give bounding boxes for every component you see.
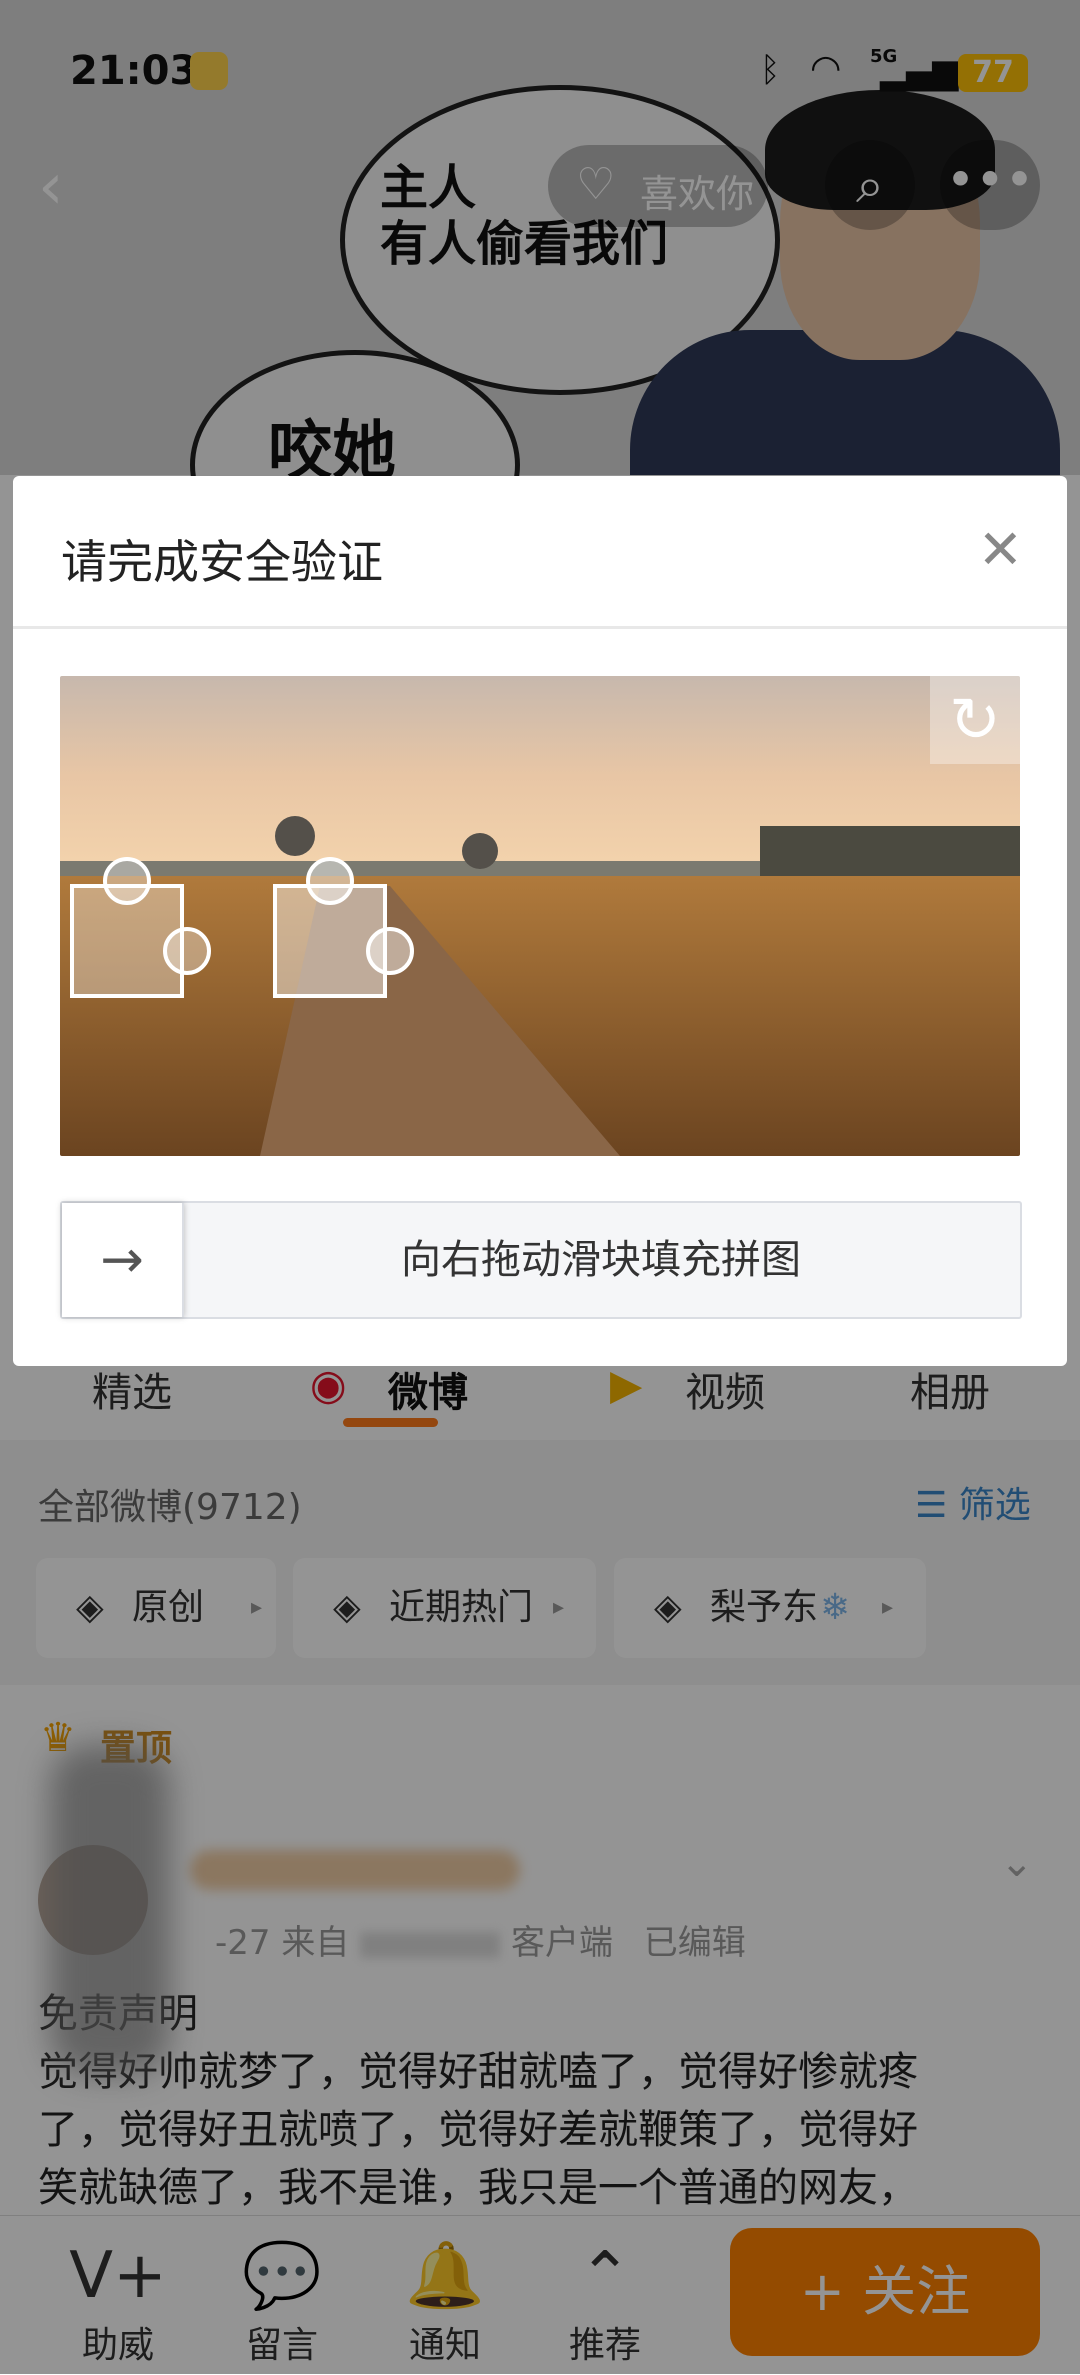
captcha-image: ↻ [60,676,1020,1156]
dialog-title: 请完成安全验证 [61,535,383,589]
captcha-slider: 向右拖动滑块填充拼图 → [60,1201,1022,1319]
arrow-right-icon: → [100,1230,144,1290]
dialog-divider [13,626,1067,629]
refresh-icon[interactable]: ↻ [930,676,1020,764]
close-icon[interactable]: ✕ [978,518,1023,581]
slider-hint: 向右拖动滑块填充拼图 [401,1237,801,1283]
security-verification-dialog: 请完成安全验证 ✕ ↻ 向右拖动滑块填充拼图 → [13,476,1067,1366]
wheat-field-scene [60,676,1020,1156]
slider-handle[interactable]: → [62,1203,184,1317]
